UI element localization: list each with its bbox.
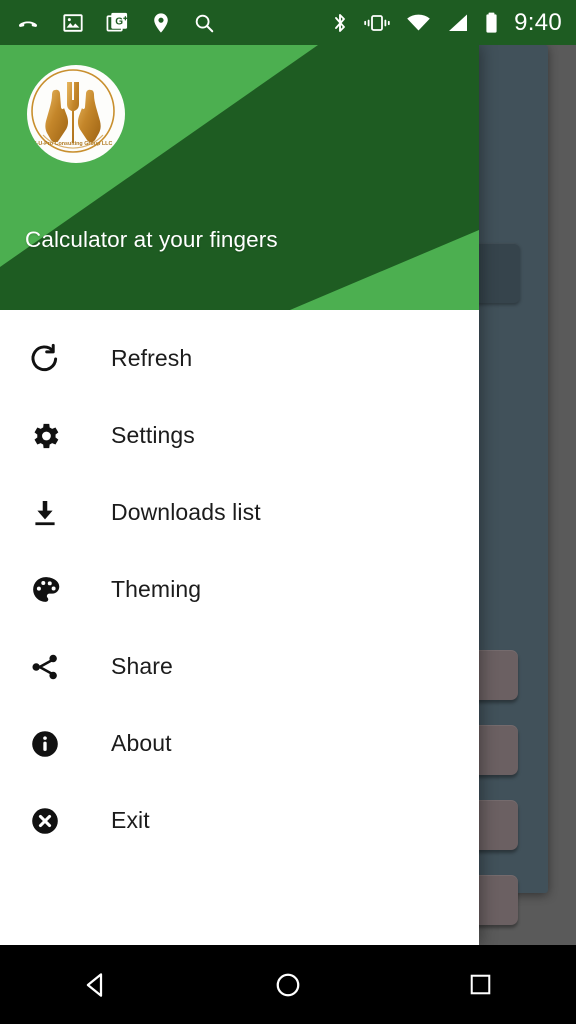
cell-signal-icon [446,11,469,35]
navigation-drawer: 4-U-Pro Consulting Group LLC Calculator … [0,45,479,945]
menu-item-label: Share [111,653,173,679]
battery-icon [484,11,499,35]
palette-icon [25,570,65,610]
menu-item-settings[interactable]: Settings [0,397,479,474]
back-triangle-icon [86,972,103,997]
google-photos-icon: G [106,11,129,34]
close-circle-icon [25,801,65,841]
menu-item-about[interactable]: About [0,705,479,782]
menu-item-refresh[interactable]: Refresh [0,320,479,397]
back-button[interactable] [56,945,136,1024]
download-icon [25,493,65,533]
status-bar: G 9:40 [0,0,576,45]
svg-text:G: G [115,17,123,28]
menu-item-exit[interactable]: Exit [0,782,479,859]
bluetooth-icon [332,11,348,35]
logo-caption: 4-U-Pro Consulting Group LLC [34,141,113,147]
status-bar-clock: 9:40 [514,8,562,36]
status-bar-right-icons: 9:40 [317,9,562,37]
recents-square-icon [470,974,490,995]
search-icon [193,12,215,34]
image-icon [62,12,84,34]
call-ended-icon [16,11,40,35]
status-bar-left-icons: G [16,11,237,35]
menu-item-theming[interactable]: Theming [0,551,479,628]
wifi-icon [406,11,431,35]
share-icon [25,647,65,687]
menu-item-label: Settings [111,422,195,448]
menu-item-share[interactable]: Share [0,628,479,705]
app-logo: 4-U-Pro Consulting Group LLC [27,65,125,163]
android-nav-bar [0,945,576,1024]
refresh-icon [25,339,65,379]
phone-screen: G 9:40 4-U-Pro Consulting Group LLC Calc… [0,0,576,1024]
location-pin-icon [151,12,171,34]
menu-item-label: Exit [111,807,150,833]
menu-item-label: Downloads list [111,499,261,525]
menu-item-label: Refresh [111,345,193,371]
vibrate-icon [363,11,391,35]
menu-item-label: About [111,730,172,756]
menu-item-downloads-list[interactable]: Downloads list [0,474,479,551]
info-icon [25,724,65,764]
recents-button[interactable] [440,945,520,1024]
home-button[interactable] [248,945,328,1024]
gear-icon [25,416,65,456]
drawer-header: 4-U-Pro Consulting Group LLC Calculator … [0,45,479,310]
drawer-subtitle: Calculator at your fingers [25,227,278,252]
menu-item-label: Theming [111,576,202,602]
drawer-menu-list: Refresh Settings Downloads list Theming [0,310,479,859]
home-circle-icon [276,973,300,996]
